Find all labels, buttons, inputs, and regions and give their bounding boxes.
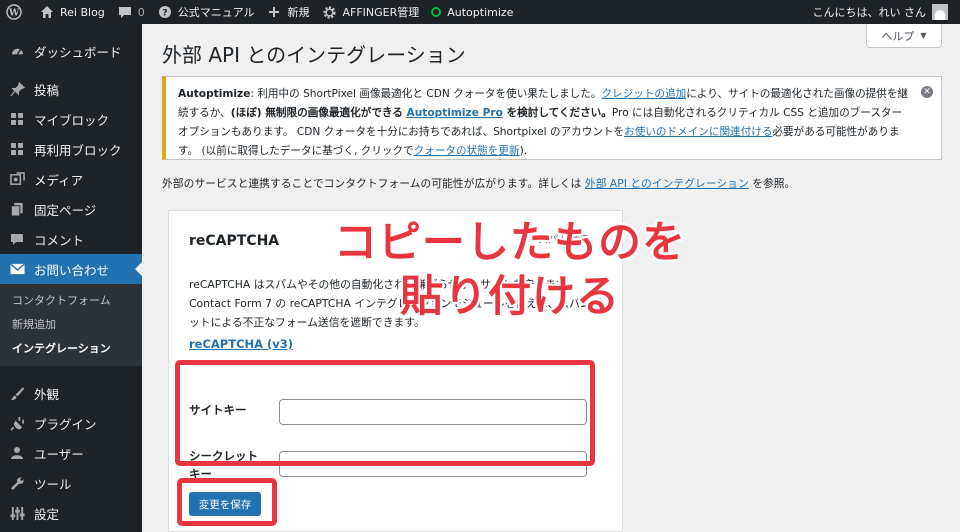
sidebar-item-label: 設定	[34, 506, 60, 522]
sidebar-item-plugins[interactable]: プラグイン	[0, 408, 142, 438]
intro-suffix: を参照。	[748, 177, 796, 190]
avatar	[932, 4, 948, 20]
user-icon	[9, 445, 25, 461]
sidebar-item-tools[interactable]: ツール	[0, 468, 142, 498]
fields-highlight-box	[175, 360, 595, 466]
sidebar-item-label: 投稿	[34, 82, 60, 98]
page-title: 外部 API とのインテグレーション	[162, 43, 466, 67]
dismiss-notice-icon[interactable]: ✕	[921, 86, 933, 98]
sidebar-item-media[interactable]: メディア	[0, 164, 142, 194]
svg-text:W: W	[8, 9, 20, 19]
admin-bar: W Rei Blog 0 ? 公式マニュアル 新規 AFFINGER管理 Aut…	[0, 0, 960, 24]
gear-icon	[321, 4, 337, 20]
sidebar-item-label: プラグイン	[34, 416, 97, 432]
site-name: Rei Blog	[60, 5, 105, 19]
pin-icon	[9, 81, 25, 97]
greeting: こんにちは、れい さん	[812, 6, 927, 19]
grid-icon	[9, 111, 25, 127]
intro-body: 外部のサービスと連携することでコンタクトフォームの可能性が広がります。詳しくは	[162, 177, 585, 190]
home-icon	[39, 4, 55, 20]
site-name-menu[interactable]: Rei Blog	[33, 0, 111, 24]
admin-sidebar: ダッシュボード 投稿 マイブロック 再利用ブロック メディア 固定ページ コメン…	[0, 24, 142, 532]
sidebar-item-pages[interactable]: 固定ページ	[0, 194, 142, 224]
brush-icon	[9, 385, 25, 401]
sidebar-item-reusable-blocks[interactable]: 再利用ブロック	[0, 134, 142, 164]
autoptimize-notice: Autoptimize: 利用中の ShortPixel 画像最適化と CDN …	[162, 76, 942, 160]
help-circle-icon: ?	[157, 4, 173, 20]
comment-icon	[9, 231, 25, 247]
manual-menu[interactable]: ? 公式マニュアル	[151, 0, 261, 24]
affinger-menu[interactable]: AFFINGER管理	[315, 0, 425, 24]
refresh-quota-link[interactable]: クォータの状態を更新	[414, 145, 520, 157]
add-credits-link[interactable]: クレジットの追加	[601, 88, 686, 100]
status-circle-icon	[431, 7, 442, 17]
manual-label: 公式マニュアル	[177, 6, 255, 19]
sidebar-item-settings[interactable]: 設定	[0, 498, 142, 528]
sidebar-item-posts[interactable]: 投稿	[0, 74, 142, 104]
notice-bold: を検討してください。	[502, 107, 612, 119]
autoptimize-label: Autoptimize	[447, 5, 514, 19]
sidebar-item-appearance[interactable]: 外観	[0, 378, 142, 408]
sidebar-item-contact[interactable]: お問い合わせ	[0, 254, 142, 284]
autoptimize-pro-link[interactable]: Autoptimize Pro	[407, 107, 503, 119]
account-menu[interactable]: こんにちは、れい さん	[807, 0, 960, 24]
submenu-contact-forms[interactable]: コンタクトフォーム	[0, 288, 142, 312]
notice-brand: Autoptimize	[178, 88, 251, 100]
save-highlight-box	[177, 478, 277, 526]
comment-bubble-icon	[117, 4, 133, 20]
sidebar-item-label: 再利用ブロック	[34, 142, 122, 158]
integration-docs-link[interactable]: 外部 API とのインテグレーション	[585, 177, 749, 190]
wordpress-icon: W	[6, 4, 22, 20]
intro-text: 外部のサービスと連携することでコンタクトフォームの可能性が広がります。詳しくは …	[162, 175, 795, 191]
sidebar-item-label: ダッシュボード	[34, 44, 122, 60]
sidebar-item-label: ツール	[34, 476, 72, 492]
sidebar-item-my-blocks[interactable]: マイブロック	[0, 104, 142, 134]
recaptcha-v3-link[interactable]: reCAPTCHA (v3)	[189, 337, 293, 351]
settings-icon	[9, 505, 25, 521]
sidebar-item-label: ユーザー	[34, 446, 84, 462]
dashboard-icon	[9, 43, 25, 59]
annotation-text: コピーしたものを貼り付ける	[334, 218, 686, 322]
submenu-integration[interactable]: インテグレーション	[0, 336, 142, 360]
card-title: reCAPTCHA	[189, 233, 280, 249]
wrench-icon	[9, 475, 25, 491]
notice-bold: (ほぼ) 無制限の画像最適化ができる	[230, 107, 407, 119]
sidebar-item-comments[interactable]: コメント	[0, 224, 142, 254]
svg-text:?: ?	[162, 9, 167, 19]
sidebar-item-dashboard[interactable]: ダッシュボード	[0, 36, 142, 66]
help-tab-button[interactable]: ヘルプ ▼	[866, 24, 942, 48]
help-tab-label: ヘルプ	[881, 29, 915, 43]
media-icon	[9, 171, 25, 187]
sidebar-item-label: 固定ページ	[34, 202, 97, 218]
plus-icon	[266, 4, 282, 20]
sidebar-item-label: メディア	[34, 172, 84, 188]
sidebar-item-label: コメント	[34, 232, 85, 248]
sidebar-item-users[interactable]: ユーザー	[0, 438, 142, 468]
page-icon	[9, 201, 25, 217]
comment-count: 0	[137, 5, 145, 19]
grid-icon	[9, 141, 25, 157]
contact-submenu: コンタクトフォーム 新規追加 インテグレーション	[0, 284, 142, 366]
mail-icon	[9, 261, 25, 277]
wp-logo-menu[interactable]: W	[0, 0, 33, 24]
new-content-menu[interactable]: 新規	[260, 0, 315, 24]
plugin-icon	[9, 415, 25, 431]
sidebar-item-label: お問い合わせ	[34, 262, 110, 278]
autoptimize-menu[interactable]: Autoptimize	[425, 0, 519, 24]
submenu-add-new[interactable]: 新規追加	[0, 312, 142, 336]
sidebar-item-label: 外観	[34, 386, 60, 402]
notice-text: ).	[519, 145, 528, 157]
link-domain-link[interactable]: お使いのドメインに関連付ける	[624, 126, 772, 138]
caret-down-icon: ▼	[920, 31, 927, 40]
notice-text: : 利用中の ShortPixel 画像最適化と CDN クォータを使い果たしま…	[250, 88, 602, 100]
comments-menu[interactable]: 0	[111, 0, 151, 24]
sidebar-item-label: マイブロック	[34, 112, 110, 128]
new-label: 新規	[287, 6, 310, 19]
affinger-label: AFFINGER管理	[342, 6, 420, 19]
